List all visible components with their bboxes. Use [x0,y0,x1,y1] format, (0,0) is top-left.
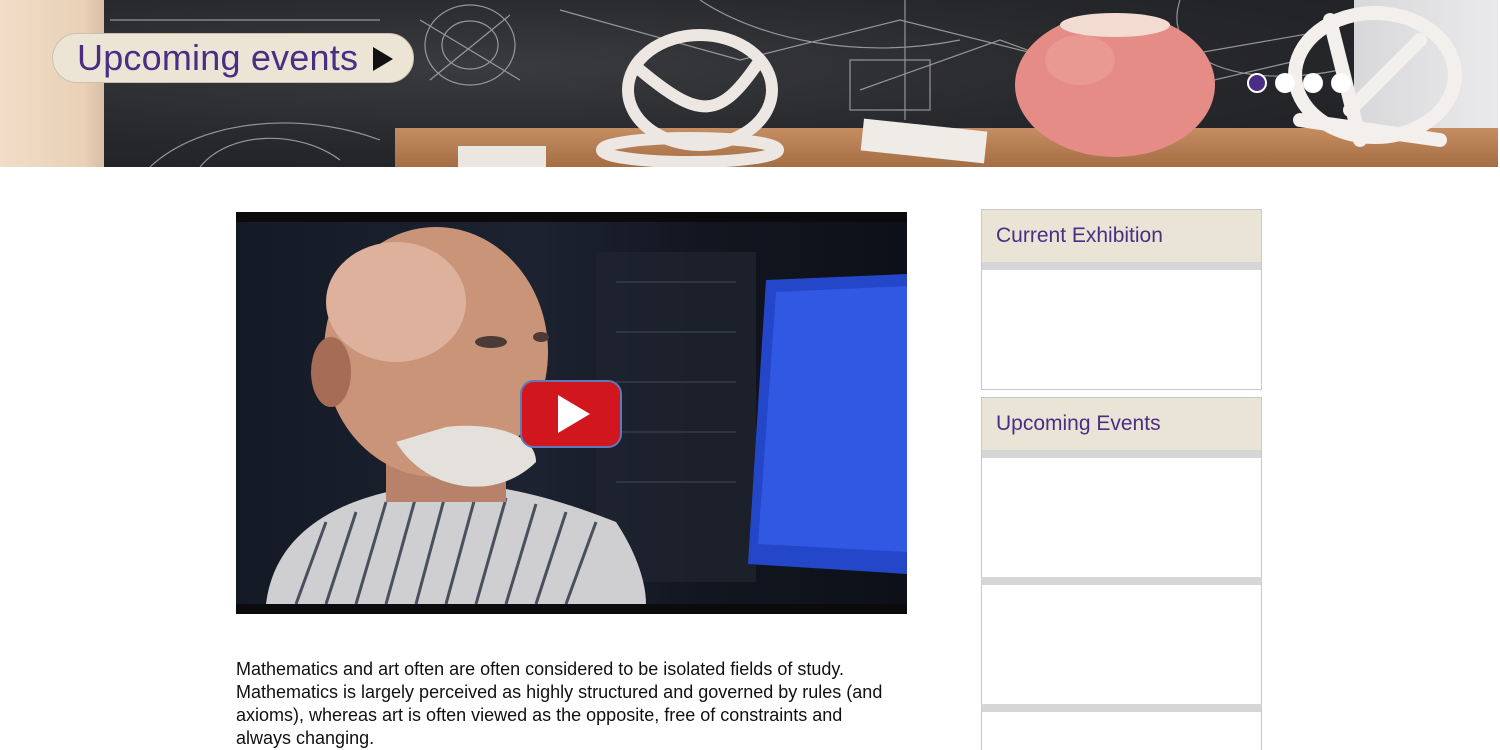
page: Upcoming events Mathematics and art ofte… [0,0,1500,750]
upcoming-events-label: Upcoming events [77,37,359,78]
video-player[interactable] [236,212,907,614]
carousel-dot-2[interactable] [1275,73,1295,93]
play-arrow-icon [373,47,393,71]
play-triangle-icon [558,395,590,433]
carousel-dot-4[interactable] [1331,73,1351,93]
intro-paragraph: Mathematics and art often are often cons… [236,659,883,748]
upcoming-events-button[interactable]: Upcoming events [52,33,414,83]
carousel-dots [1247,73,1351,93]
upcoming-event-slot-2 [981,577,1262,705]
current-exhibition-widget: Current Exhibition [981,209,1262,390]
carousel-dot-3[interactable] [1303,73,1323,93]
hero-banner: Upcoming events [0,0,1498,167]
upcoming-events-title[interactable]: Upcoming Events [982,398,1261,458]
upcoming-events-widget: Upcoming Events [981,397,1262,578]
carousel-dot-1[interactable] [1247,73,1267,93]
upcoming-event-slot-3 [981,704,1262,750]
current-exhibition-title[interactable]: Current Exhibition [982,210,1261,270]
youtube-play-icon[interactable] [520,380,622,448]
